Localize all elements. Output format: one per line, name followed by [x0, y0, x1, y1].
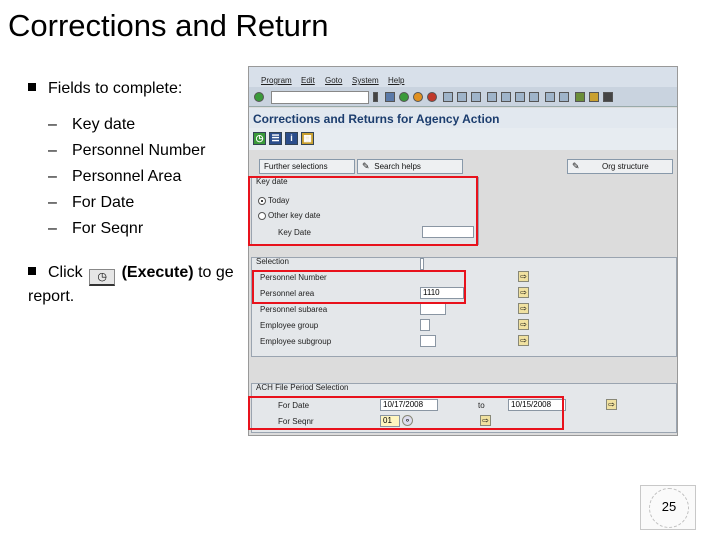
multiple-selection-icon[interactable]: ⇨ — [518, 287, 529, 298]
org-structure-icon: ✎ — [572, 161, 580, 171]
back-icon[interactable] — [399, 92, 409, 102]
further-selections-button[interactable]: Further selections — [259, 159, 355, 174]
personnel-subarea-field[interactable] — [420, 303, 446, 315]
layout-icon[interactable] — [589, 92, 599, 102]
application-toolbar: ◷ ☰ i ▦ — [249, 128, 677, 150]
menu-goto[interactable]: Goto — [325, 76, 342, 85]
multiple-selection-icon[interactable]: ⇨ — [518, 303, 529, 314]
multiple-selection-icon[interactable]: ⇨ — [606, 399, 617, 410]
slide-title: Corrections and Return — [8, 8, 329, 43]
exit-icon[interactable] — [413, 92, 423, 102]
execute-icon: ◷ — [89, 269, 116, 286]
menu-system[interactable]: System — [352, 76, 379, 85]
employee-subgroup-label: Employee subgroup — [260, 337, 332, 346]
sap-menu-bar: Program Edit Goto System Help — [249, 67, 677, 87]
employee-subgroup-field[interactable] — [420, 335, 436, 347]
highlight-ach-fields — [248, 396, 564, 430]
search-helps-button[interactable]: ✎ Search helps — [357, 159, 463, 174]
shortcut-icon[interactable] — [559, 92, 569, 102]
org-structure-button[interactable]: ✎ Org structure — [567, 159, 673, 174]
bullet-square-icon — [28, 267, 36, 275]
employee-group-label: Employee group — [260, 321, 319, 330]
slide-number: 25 — [661, 499, 677, 514]
menu-edit[interactable]: Edit — [301, 76, 315, 85]
bullet-click-execute: Click ◷ (Execute) to ge report. — [28, 264, 234, 305]
personnel-number-field[interactable] — [420, 258, 424, 270]
new-session-icon[interactable] — [545, 92, 555, 102]
highlight-personnel-fields — [252, 270, 466, 304]
help-icon[interactable] — [575, 92, 585, 102]
sap-standard-toolbar — [249, 87, 677, 107]
execute-icon[interactable]: ◷ — [253, 132, 266, 145]
variant-icon[interactable]: ☰ — [269, 132, 282, 145]
bullet-text: Fields to complete: — [48, 80, 183, 97]
personnel-subarea-label: Personnel subarea — [260, 305, 328, 314]
save-variant-icon[interactable]: ▦ — [301, 132, 314, 145]
previous-page-icon[interactable] — [501, 92, 511, 102]
multiple-selection-icon[interactable]: ⇨ — [518, 271, 529, 282]
employee-group-field[interactable] — [420, 319, 430, 331]
search-helps-icon: ✎ — [362, 161, 370, 171]
menu-help[interactable]: Help — [388, 76, 404, 85]
cancel-icon[interactable] — [427, 92, 437, 102]
bullet-fields-to-complete: Fields to complete: — [28, 80, 182, 98]
last-page-icon[interactable] — [529, 92, 539, 102]
next-page-icon[interactable] — [515, 92, 525, 102]
transaction-title-bar: Corrections and Returns for Agency Actio… — [249, 108, 677, 128]
transaction-title: Corrections and Returns for Agency Actio… — [253, 112, 500, 126]
command-field[interactable] — [271, 91, 369, 104]
multiple-selection-icon[interactable]: ⇨ — [518, 335, 529, 346]
find-next-icon[interactable] — [471, 92, 481, 102]
multiple-selection-icon[interactable]: ⇨ — [518, 319, 529, 330]
enter-icon[interactable] — [254, 92, 264, 102]
field-item: – Personnel Area — [48, 168, 182, 185]
highlight-key-date — [248, 176, 478, 246]
field-item: – For Date — [48, 194, 135, 211]
field-item: – Personnel Number — [48, 142, 206, 159]
info-icon[interactable]: i — [285, 132, 298, 145]
slide-number-badge: 25 — [640, 485, 696, 530]
customize-icon[interactable] — [603, 92, 613, 102]
save-icon[interactable] — [385, 92, 395, 102]
find-icon[interactable] — [457, 92, 467, 102]
first-page-icon[interactable] — [487, 92, 497, 102]
bullet-square-icon — [28, 83, 36, 91]
sap-window: Program Edit Goto System Help Correction… — [248, 66, 678, 436]
field-item: – For Seqnr — [48, 220, 144, 237]
print-icon[interactable] — [443, 92, 453, 102]
menu-program[interactable]: Program — [261, 76, 292, 85]
command-dropdown-icon[interactable] — [373, 92, 378, 102]
field-item: – Key date — [48, 116, 136, 133]
